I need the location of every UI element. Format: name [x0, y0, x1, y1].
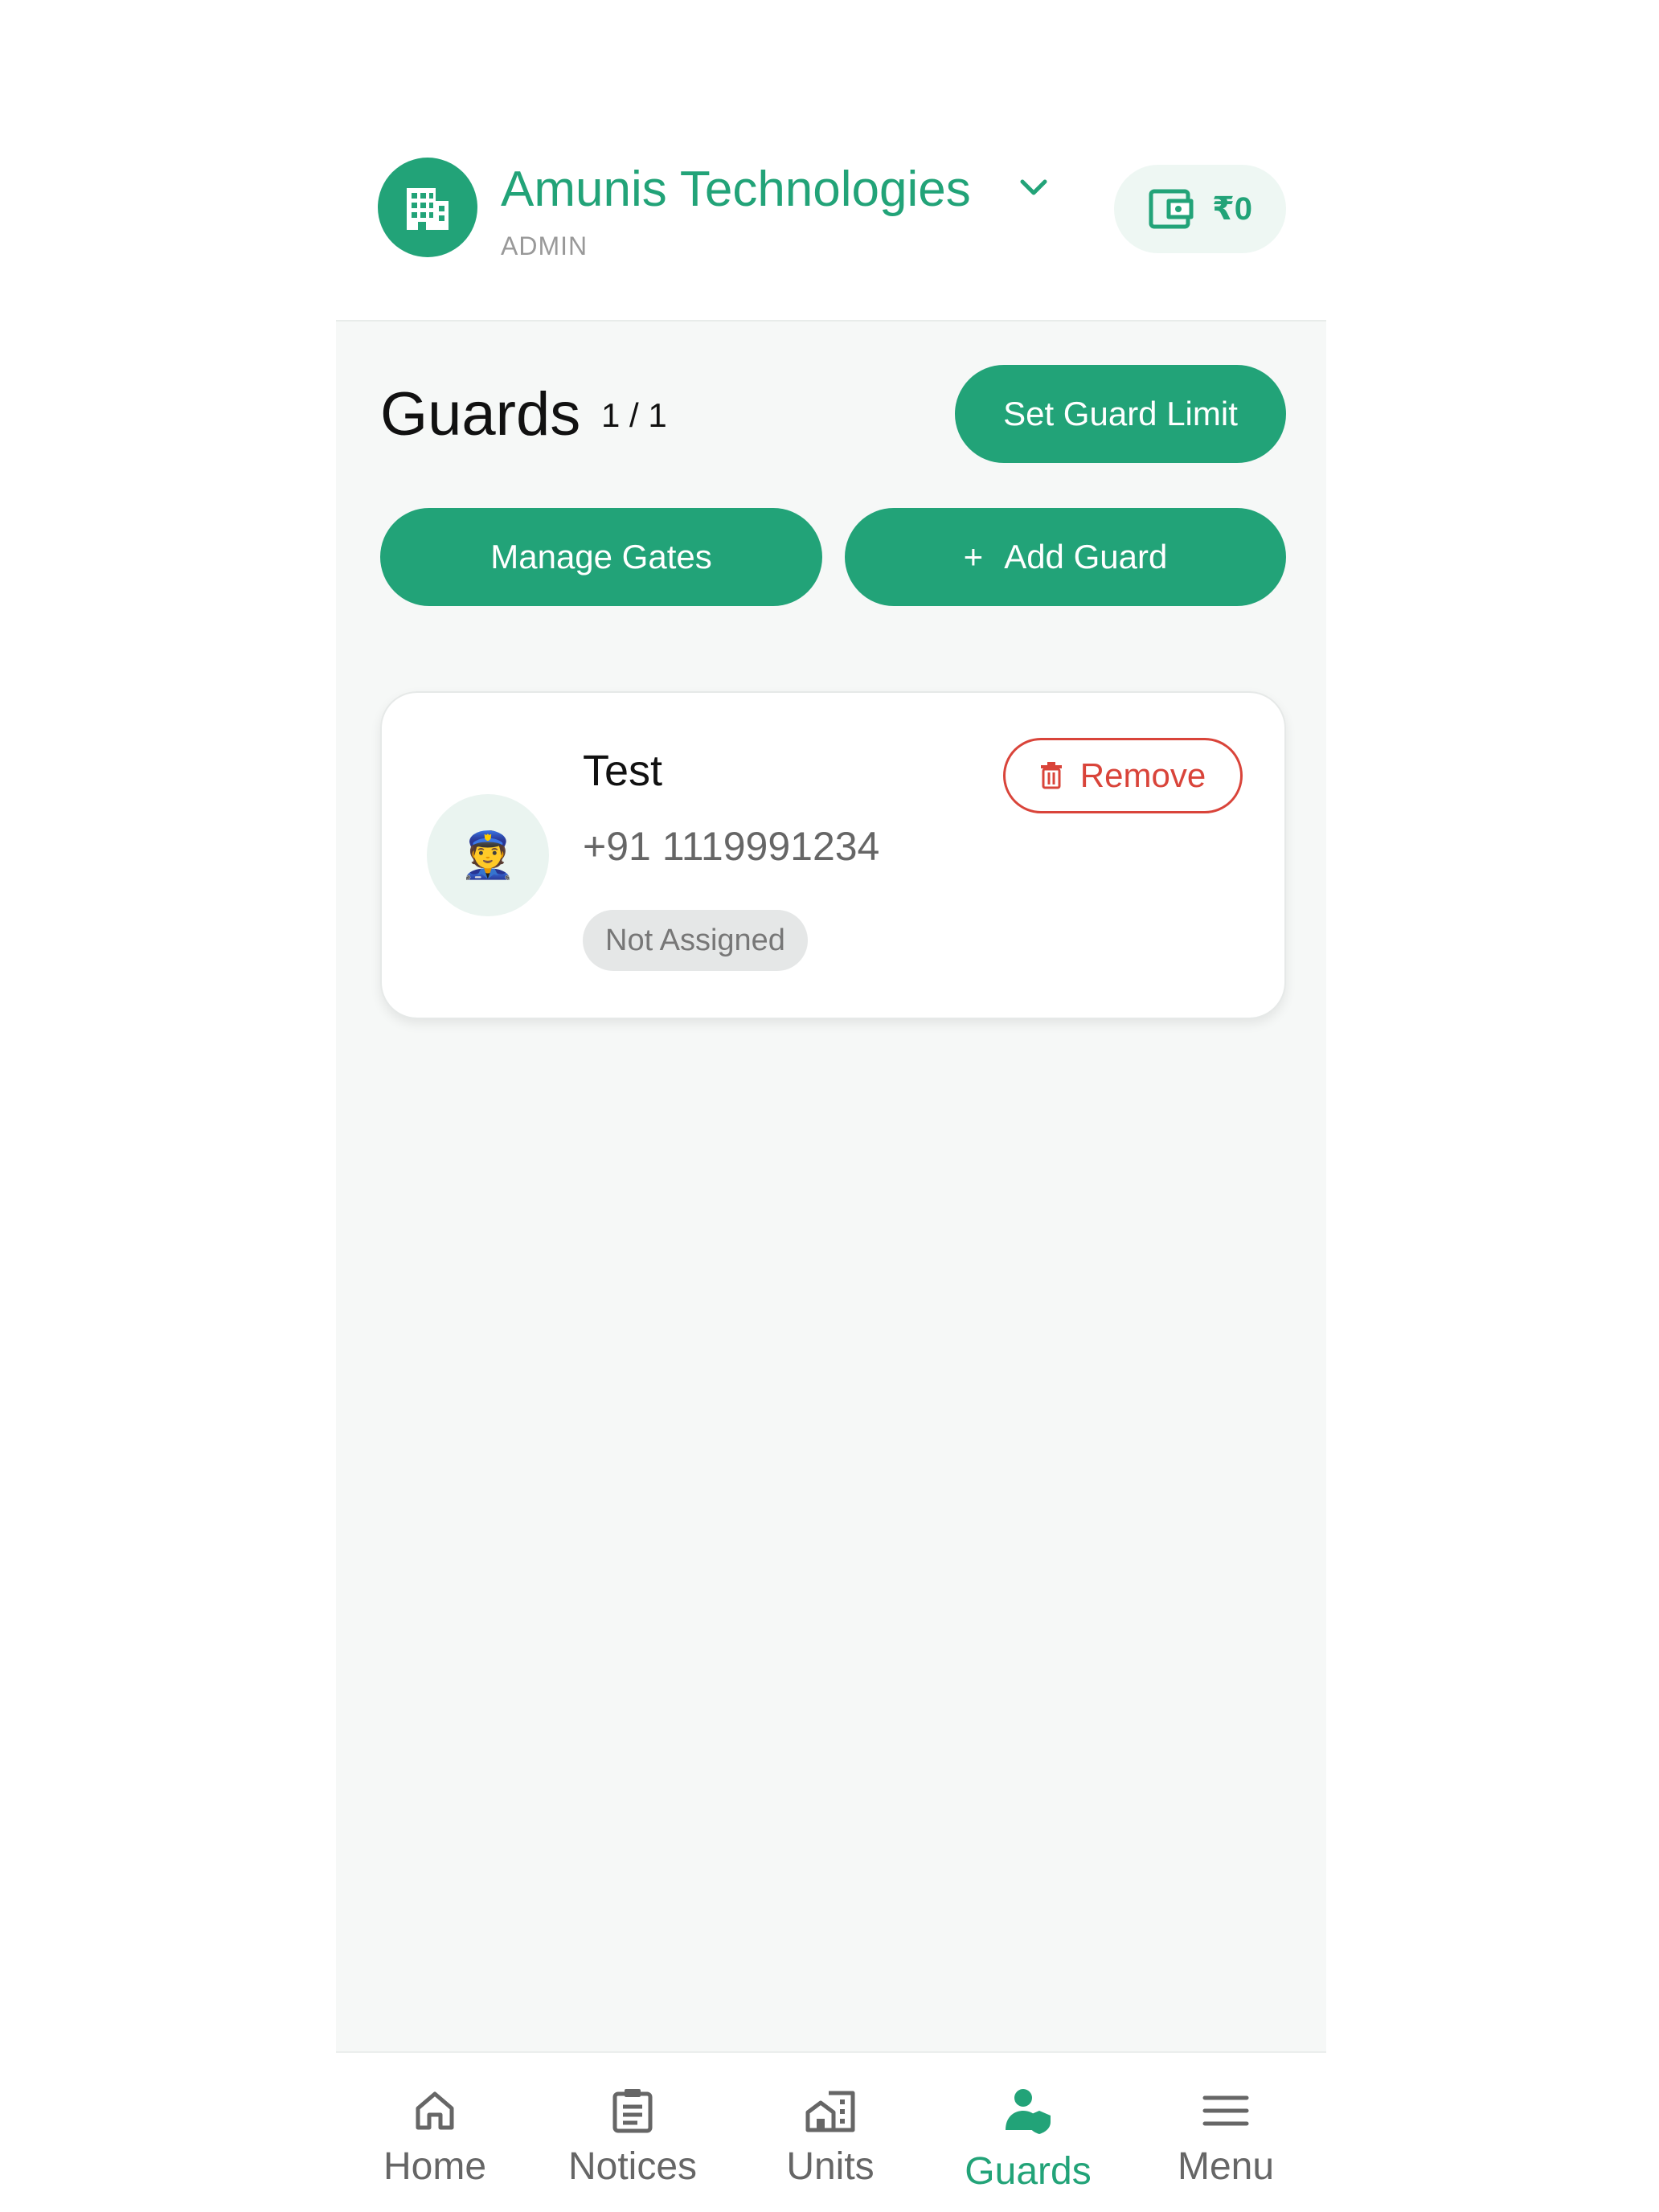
add-guard-label: Add Guard: [1004, 538, 1168, 576]
nav-item-menu[interactable]: Menu: [1127, 2053, 1325, 2212]
guard-avatar: 👮: [427, 794, 549, 916]
nav-label-units: Units: [786, 2145, 875, 2188]
nav-label-guards: Guards: [965, 2150, 1092, 2193]
guard-phone: +91 1119991234: [583, 824, 880, 869]
remove-guard-button[interactable]: Remove: [1003, 738, 1243, 813]
bottom-nav: Home Notices Units Guards Menu: [336, 2051, 1326, 2212]
set-guard-limit-button[interactable]: Set Guard Limit: [955, 365, 1286, 463]
trash-icon: [1040, 762, 1062, 789]
guard-name: Test: [583, 747, 663, 795]
org-avatar[interactable]: [378, 158, 477, 257]
add-guard-button[interactable]: + Add Guard: [845, 508, 1286, 606]
plus-icon: +: [963, 538, 984, 576]
org-role: ADMIN: [501, 231, 588, 260]
home-icon: [416, 2091, 454, 2130]
guard-count: 1 / 1: [601, 396, 667, 434]
nav-label-home: Home: [383, 2145, 487, 2188]
building-icon: [407, 188, 449, 230]
org-name[interactable]: Amunis Technologies: [501, 158, 971, 222]
nav-item-guards[interactable]: Guards: [929, 2053, 1127, 2212]
clipboard-icon: [612, 2089, 653, 2133]
app-header: Amunis Technologies ADMIN ₹0: [336, 0, 1326, 320]
nav-label-notices: Notices: [567, 2145, 698, 2188]
menu-icon: [1202, 2095, 1249, 2126]
guards-content: Guards 1 / 1 Set Guard Limit Manage Gate…: [336, 320, 1326, 2051]
wallet-amount: ₹0: [1211, 191, 1253, 227]
page-title: Guards: [380, 380, 581, 449]
nav-item-units[interactable]: Units: [731, 2053, 929, 2212]
chevron-down-icon[interactable]: [1018, 175, 1050, 199]
guard-card[interactable]: 👮 Test +91 1119991234 Not Assigned Remov…: [380, 691, 1286, 1019]
police-officer-icon: 👮: [460, 830, 516, 880]
nav-item-notices[interactable]: Notices: [534, 2053, 731, 2212]
manage-gates-button[interactable]: Manage Gates: [380, 508, 822, 606]
remove-label: Remove: [1079, 756, 1206, 794]
nav-label-menu: Menu: [1177, 2145, 1275, 2188]
status-badge: Not Assigned: [583, 910, 808, 971]
manage-gates-label: Manage Gates: [490, 538, 712, 576]
guards-screen: Amunis Technologies ADMIN ₹0 Guards 1 / …: [0, 0, 1659, 2212]
set-guard-limit-label: Set Guard Limit: [1003, 395, 1238, 432]
building-units-icon: [805, 2091, 855, 2132]
wallet-icon: [1149, 189, 1194, 229]
nav-item-home[interactable]: Home: [336, 2053, 534, 2212]
guard-icon: [1006, 2089, 1051, 2134]
wallet-balance-button[interactable]: ₹0: [1114, 165, 1286, 253]
